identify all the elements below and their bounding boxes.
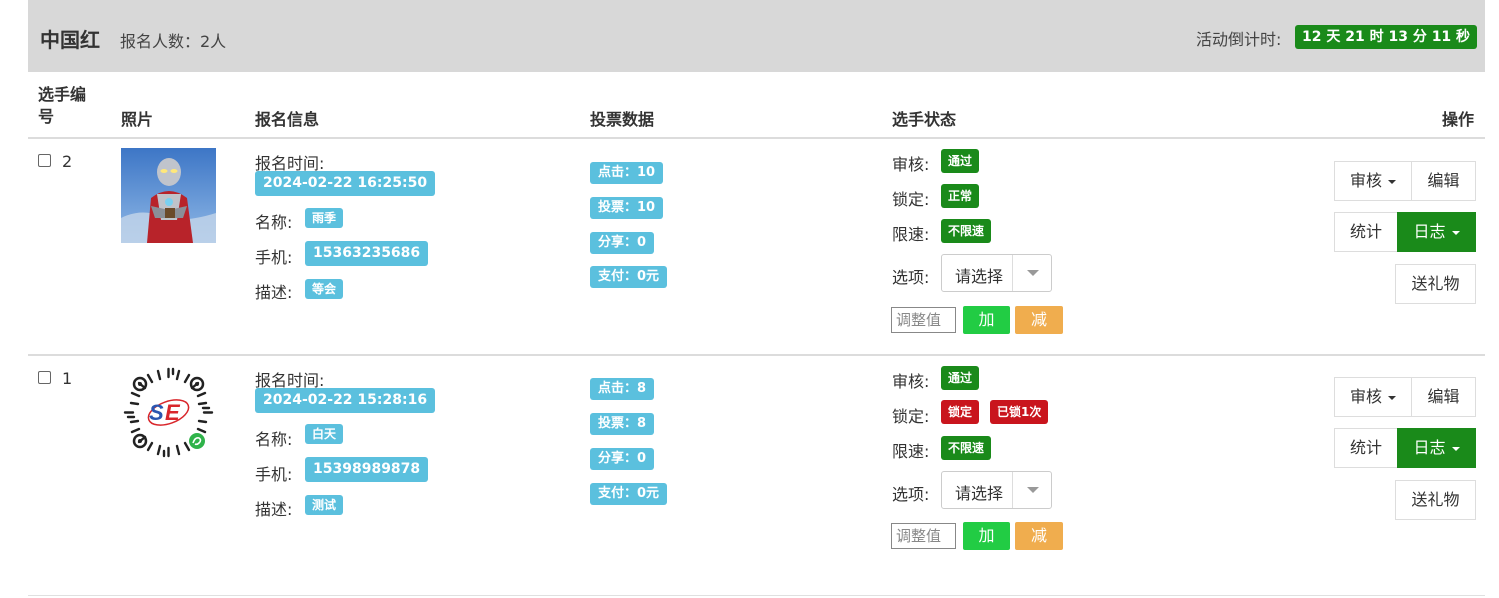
- add-button[interactable]: 加: [963, 522, 1010, 550]
- lock-count-badge: 已锁1次: [990, 400, 1049, 424]
- contestant-photo: [121, 148, 216, 243]
- col-header-status: 选手状态: [892, 110, 957, 129]
- log-button-label: 日志: [1413, 438, 1446, 457]
- phone-label: 手机:: [255, 465, 293, 484]
- log-dropdown-button[interactable]: 日志: [1397, 428, 1476, 468]
- caret-down-icon: [1451, 446, 1460, 451]
- shares-badge: 分享：0: [590, 232, 655, 254]
- name-label: 名称:: [255, 213, 293, 232]
- name-label: 名称:: [255, 430, 293, 449]
- adjust-value-input[interactable]: 调整值: [891, 523, 956, 549]
- review-label: 审核:: [892, 372, 930, 391]
- chevron-down-icon: [1027, 487, 1039, 493]
- ultraman-photo-image: [121, 148, 216, 243]
- lock-status-badge: 正常: [941, 184, 980, 208]
- desc-badge: 等会: [305, 279, 344, 299]
- subtract-button[interactable]: 减: [1015, 306, 1063, 334]
- review-button-label: 审核: [1349, 387, 1382, 406]
- review-dropdown-button[interactable]: 审核: [1334, 377, 1412, 417]
- subtract-button[interactable]: 减: [1015, 522, 1063, 550]
- signup-time-badge: 2024-02-22 15:28:16: [255, 388, 436, 413]
- votes-badge: 投票：10: [590, 197, 664, 219]
- edit-button[interactable]: 编辑: [1411, 161, 1476, 201]
- row-checkbox[interactable]: [38, 154, 51, 167]
- name-badge: 雨季: [305, 208, 344, 228]
- speed-status-badge: 不限速: [941, 436, 992, 460]
- header-divider: [28, 137, 1485, 139]
- log-button-label: 日志: [1413, 222, 1446, 241]
- lock-status-badge: 锁定: [941, 400, 980, 424]
- log-dropdown-button[interactable]: 日志: [1397, 212, 1476, 252]
- option-label: 选项:: [892, 485, 930, 504]
- phone-badge: 15363235686: [305, 241, 429, 266]
- row-id: 2: [62, 152, 73, 171]
- votes-badge: 投票：8: [590, 413, 655, 435]
- caret-down-icon: [1388, 395, 1396, 400]
- name-badge: 白天: [305, 424, 344, 444]
- desc-label: 描述:: [255, 283, 293, 302]
- clicks-badge: 点击：10: [590, 162, 664, 184]
- review-dropdown-button[interactable]: 审核: [1334, 161, 1412, 201]
- desc-badge: 测试: [305, 495, 344, 515]
- option-select[interactable]: 请选择: [941, 254, 1052, 292]
- edit-button[interactable]: 编辑: [1411, 377, 1476, 417]
- activity-header: 中国红 报名人数：2人 活动倒计时: 12 天 21 时 13 分 11 秒: [28, 0, 1485, 72]
- speed-label: 限速:: [892, 225, 930, 244]
- select-divider: [1012, 255, 1013, 291]
- select-divider: [1012, 472, 1013, 508]
- review-status-badge: 通过: [941, 149, 980, 173]
- svg-text:S: S: [149, 400, 164, 425]
- pay-badge: 支付：0元: [590, 483, 668, 505]
- countdown-badge: 12 天 21 时 13 分 11 秒: [1295, 25, 1478, 49]
- caret-down-icon: [1388, 179, 1396, 184]
- review-status-badge: 通过: [941, 366, 980, 390]
- activity-title: 中国红: [40, 28, 100, 52]
- option-select-value: 请选择: [955, 484, 1004, 503]
- svg-text:E: E: [165, 400, 181, 425]
- option-label: 选项:: [892, 268, 930, 287]
- clicks-badge: 点击：8: [590, 378, 655, 400]
- table-bottom-divider: [28, 595, 1485, 596]
- phone-label: 手机:: [255, 248, 293, 267]
- option-select[interactable]: 请选择: [941, 471, 1052, 509]
- speed-label: 限速:: [892, 442, 930, 461]
- pay-badge: 支付：0元: [590, 266, 668, 288]
- add-button[interactable]: 加: [963, 306, 1010, 334]
- send-gift-button[interactable]: 送礼物: [1395, 264, 1476, 304]
- signup-time-badge: 2024-02-22 16:25:50: [255, 171, 436, 196]
- option-select-value: 请选择: [955, 267, 1004, 286]
- adjust-value-input[interactable]: 调整值: [891, 307, 956, 333]
- review-button-label: 审核: [1349, 171, 1382, 190]
- row-checkbox[interactable]: [38, 371, 51, 384]
- desc-label: 描述:: [255, 500, 293, 519]
- lock-label: 锁定:: [892, 190, 930, 209]
- review-label: 审核:: [892, 155, 930, 174]
- col-header-photo: 照片: [121, 110, 154, 129]
- phone-badge: 15398989878: [305, 457, 429, 482]
- send-gift-button[interactable]: 送礼物: [1395, 480, 1476, 520]
- col-header-votes: 投票数据: [590, 110, 655, 129]
- col-header-info: 报名信息: [255, 110, 320, 129]
- row-id: 1: [62, 369, 73, 388]
- countdown-label: 活动倒计时:: [1196, 30, 1282, 49]
- chevron-down-icon: [1027, 270, 1039, 276]
- caret-down-icon: [1451, 230, 1460, 235]
- stats-button[interactable]: 统计: [1334, 428, 1398, 468]
- stats-button[interactable]: 统计: [1334, 212, 1398, 252]
- signup-count: 报名人数：2人: [120, 32, 227, 51]
- contestant-photo: S E: [121, 365, 216, 460]
- page: 中国红 报名人数：2人 活动倒计时: 12 天 21 时 13 分 11 秒 选…: [0, 0, 1499, 598]
- speed-status-badge: 不限速: [941, 219, 992, 243]
- shares-badge: 分享：0: [590, 448, 655, 470]
- col-header-id: 选手编号: [38, 85, 87, 126]
- col-header-ops: 操作: [1442, 110, 1475, 129]
- row-divider: [28, 354, 1485, 356]
- mini-program-qrcode-image: S E: [121, 365, 216, 460]
- lock-label: 锁定:: [892, 407, 930, 426]
